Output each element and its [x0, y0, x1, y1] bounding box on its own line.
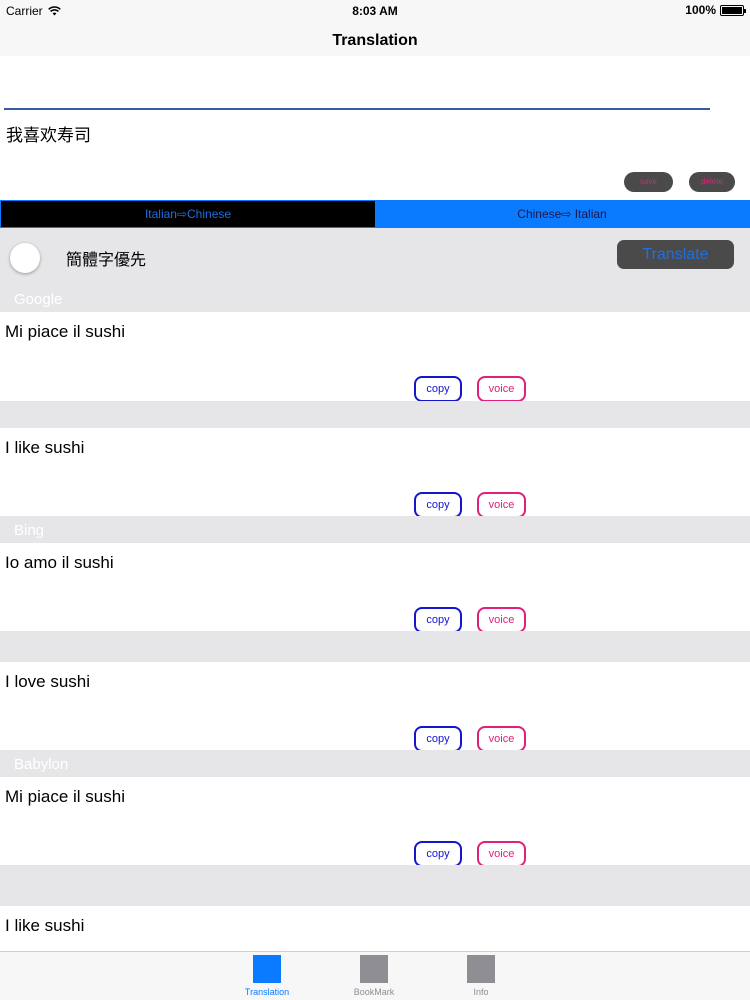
source-text-area[interactable]: 我喜欢寿司 save delete [0, 111, 750, 201]
simplified-chinese-toggle[interactable] [10, 243, 40, 273]
section-header-bing: Bing [0, 516, 750, 543]
tab-translation[interactable]: Translation [232, 955, 302, 997]
result-text: I like sushi [5, 916, 85, 935]
result-text: Mi piace il sushi [5, 322, 125, 341]
voice-button[interactable]: voice [477, 726, 526, 752]
tab-label: Translation [244, 987, 290, 997]
input-top-area[interactable] [0, 56, 750, 110]
result-text: I like sushi [5, 438, 85, 457]
segment-chinese-italian[interactable]: Chinese⇨ Italian [375, 201, 749, 227]
result-card: I like sushi copy voice [0, 428, 750, 518]
delete-button[interactable]: delete [689, 172, 735, 192]
battery-icon [720, 4, 746, 16]
result-card: I love sushi copy voice [0, 662, 750, 752]
battery-percent: 100% [685, 3, 716, 17]
status-time: 8:03 AM [352, 4, 398, 18]
tab-bookmark[interactable]: BookMark [339, 955, 409, 997]
voice-button[interactable]: voice [477, 492, 526, 518]
options-row: 簡體字優先 Translate [0, 228, 750, 285]
input-divider [4, 108, 710, 110]
voice-button[interactable]: voice [477, 841, 526, 867]
section-header-google: Google [0, 285, 750, 312]
tab-label: BookMark [353, 987, 395, 997]
save-button[interactable]: save [624, 172, 673, 192]
navigation-bar: Translation [0, 22, 750, 56]
source-text: 我喜欢寿司 [6, 126, 91, 145]
section-spacer [0, 401, 750, 428]
info-tab-icon [467, 955, 495, 983]
result-text: Mi piace il sushi [5, 787, 125, 806]
status-bar: Carrier 8:03 AM 100% [0, 0, 750, 22]
result-card: Mi piace il sushi copy voice [0, 312, 750, 402]
section-spacer [0, 631, 750, 662]
direction-segmented-control: Italian⇨Chinese Chinese⇨ Italian [0, 200, 750, 228]
segment-italian-chinese[interactable]: Italian⇨Chinese [1, 201, 375, 227]
voice-button[interactable]: voice [477, 376, 526, 402]
copy-button[interactable]: copy [414, 492, 462, 518]
page-title: Translation [332, 32, 418, 49]
copy-button[interactable]: copy [414, 607, 462, 633]
voice-button[interactable]: voice [477, 607, 526, 633]
tab-info[interactable]: Info [446, 955, 516, 997]
translate-button[interactable]: Translate [617, 240, 734, 269]
copy-button[interactable]: copy [414, 726, 462, 752]
result-text: I love sushi [5, 672, 91, 691]
status-right: 100% [685, 3, 746, 17]
tab-label: Info [473, 987, 489, 997]
copy-button[interactable]: copy [414, 841, 462, 867]
section-header-babylon: Babylon [0, 750, 750, 777]
translation-tab-icon [253, 955, 281, 983]
result-card: Mi piace il sushi copy voice [0, 777, 750, 867]
section-label: Bing [14, 522, 45, 539]
result-card: I like sushi [0, 906, 750, 951]
section-label: Google [14, 291, 63, 308]
section-spacer [0, 865, 750, 906]
bookmark-tab-icon [360, 955, 388, 983]
section-label: Babylon [14, 756, 69, 773]
result-text: Io amo il sushi [5, 553, 114, 572]
copy-button[interactable]: copy [414, 376, 462, 402]
result-card: Io amo il sushi copy voice [0, 543, 750, 633]
tab-bar: Translation BookMark Info [0, 951, 750, 1000]
simplified-chinese-label: 簡體字優先 [66, 252, 147, 269]
